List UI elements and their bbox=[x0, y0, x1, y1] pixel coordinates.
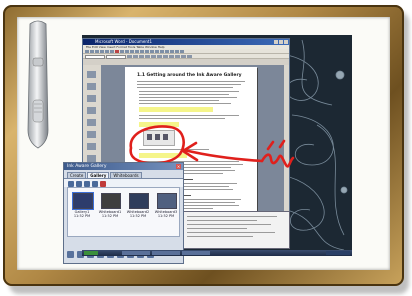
gallery-tabs: Create Gallery Whiteboards bbox=[64, 170, 183, 178]
close-icon[interactable] bbox=[284, 40, 288, 44]
gallery-thumbnail-icon[interactable] bbox=[157, 193, 177, 209]
word-title: Microsoft Word - Document1 bbox=[95, 39, 153, 44]
highlighted-text bbox=[139, 153, 187, 158]
gallery-title: Ink Aware Gallery bbox=[67, 164, 107, 169]
thumb-time: 11:52 PM bbox=[101, 214, 119, 218]
gallery-thumbnail-icon[interactable] bbox=[101, 193, 121, 209]
highlighted-text bbox=[139, 107, 213, 112]
start-button[interactable] bbox=[84, 251, 98, 255]
word-titlebar[interactable]: Microsoft Word - Document1 bbox=[83, 39, 289, 45]
gallery-thumbnail-icon[interactable] bbox=[72, 192, 94, 210]
taskbar-item[interactable] bbox=[152, 251, 180, 255]
minimize-icon[interactable] bbox=[274, 40, 278, 44]
gallery-titlebar[interactable]: Ink Aware Gallery × bbox=[64, 163, 183, 170]
gallery-thumbnails: Gallery1 11:52 PM Whiteboard1 11:52 PM W… bbox=[67, 187, 180, 237]
background-window[interactable] bbox=[180, 211, 290, 249]
toolbar-screenshot-image bbox=[143, 130, 175, 146]
doc-heading-1: 1.1 Getting around the Ink Aware Gallery bbox=[137, 73, 242, 78]
taskbar-item[interactable] bbox=[182, 251, 210, 255]
tab-create[interactable]: Create bbox=[67, 172, 87, 178]
maximize-icon[interactable] bbox=[279, 40, 283, 44]
vertical-scrollbar[interactable] bbox=[284, 65, 289, 234]
gallery-thumbnail-icon[interactable] bbox=[129, 193, 149, 209]
system-tray[interactable] bbox=[326, 251, 350, 255]
taskbar bbox=[82, 250, 352, 256]
thumb-time: 11:52 PM bbox=[157, 214, 175, 218]
stylus-pen-icon[interactable] bbox=[24, 20, 52, 150]
thumb-time: 11:52 PM bbox=[129, 214, 147, 218]
formatting-toolbar[interactable] bbox=[83, 54, 289, 59]
gallery-window[interactable]: Ink Aware Gallery × Create Gallery White… bbox=[63, 162, 184, 264]
highlighted-text bbox=[139, 122, 179, 127]
gallery-toolbar bbox=[64, 178, 183, 187]
close-icon[interactable]: × bbox=[176, 164, 181, 169]
thumb-time: 11:52 PM bbox=[73, 214, 91, 218]
tab-gallery[interactable]: Gallery bbox=[87, 172, 110, 178]
tab-whiteboards[interactable]: Whiteboards bbox=[110, 172, 142, 178]
new-icon[interactable] bbox=[67, 250, 74, 258]
taskbar-item[interactable] bbox=[122, 251, 150, 255]
